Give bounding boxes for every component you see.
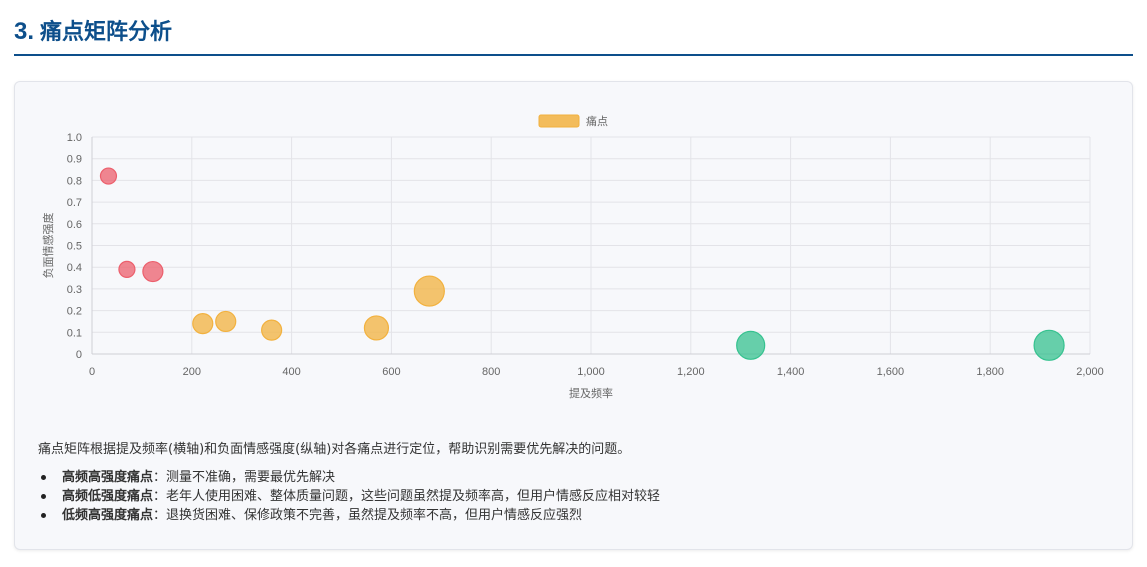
x-axis-label: 提及频率 <box>569 386 613 400</box>
y-tick-label: 0.9 <box>67 154 82 166</box>
y-tick-label: 0.4 <box>67 262 82 274</box>
bullet-icon <box>41 494 46 499</box>
x-tick-label: 1,400 <box>777 366 805 378</box>
pain-point-summary-list: 高频高强度痛点 ：测量不准确，需要最优先解决 高频低强度痛点 ：老年人使用困难、… <box>41 468 660 525</box>
x-tick-label: 1,800 <box>976 366 1004 378</box>
x-tick-label: 600 <box>382 366 400 378</box>
x-tick-label: 1,200 <box>677 366 705 378</box>
y-tick-label: 1.0 <box>67 132 82 144</box>
data-point <box>118 260 136 278</box>
item-text: ：老年人使用困难、整体质量问题，这些问题虽然提及频率高，但用户情感反应相对较轻 <box>153 489 661 504</box>
section-title: 3. 痛点矩阵分析 <box>14 14 172 46</box>
list-item: 高频低强度痛点 ：老年人使用困难、整体质量问题，这些问题虽然提及频率高，但用户情… <box>41 487 660 506</box>
bullet-icon <box>41 513 46 518</box>
data-point <box>363 315 390 341</box>
y-tick-label: 0.6 <box>67 219 82 231</box>
y-tick-label: 0.5 <box>67 241 82 253</box>
item-text: ：退换货困难、保修政策不完善，虽然提及频率不高，但用户情感反应强烈 <box>153 508 583 523</box>
data-point <box>261 319 283 341</box>
data-point <box>1033 329 1065 361</box>
x-tick-label: 1,000 <box>577 366 605 378</box>
chart-card: 0 200 400 600 800 1,000 1,200 1,400 1,600 1,800 2,… <box>14 81 1133 550</box>
x-tick-label: 400 <box>282 366 300 378</box>
x-tick-label: 0 <box>89 366 95 378</box>
data-point <box>99 167 118 185</box>
bullet-icon <box>41 475 46 480</box>
x-tick-label: 2,000 <box>1076 366 1104 378</box>
pain-point-matrix-chart: 0 200 400 600 800 1,000 1,200 1,400 1,600 1,800 2,… <box>41 114 1104 400</box>
data-point <box>192 313 214 335</box>
title-divider <box>14 54 1133 56</box>
item-label: 低频高强度痛点 <box>62 508 154 523</box>
legend-swatch <box>538 114 580 128</box>
x-tick-label: 1,600 <box>877 366 905 378</box>
legend-label: 痛点 <box>586 114 608 128</box>
data-point <box>736 330 766 360</box>
item-text: ：测量不准确，需要最优先解决 <box>153 470 336 485</box>
list-item: 高频高强度痛点 ：测量不准确，需要最优先解决 <box>41 468 660 487</box>
item-label: 高频低强度痛点 <box>62 489 154 504</box>
item-label: 高频高强度痛点 <box>62 470 154 485</box>
y-tick-label: 0.7 <box>67 197 82 209</box>
y-tick-label: 0.3 <box>67 284 82 296</box>
y-tick-label: 0.2 <box>67 306 82 318</box>
y-tick-label: 0.1 <box>67 327 82 339</box>
list-item: 低频高强度痛点 ：退换货困难、保修政策不完善，虽然提及频率不高，但用户情感反应强… <box>41 506 660 525</box>
section-number: 3. <box>14 18 35 45</box>
data-point <box>142 260 164 283</box>
y-tick-label: 0 <box>76 349 82 361</box>
section-title-text: 痛点矩阵分析 <box>40 20 173 45</box>
x-tick-label: 800 <box>482 366 500 378</box>
x-tick-label: 200 <box>183 366 201 378</box>
y-tick-label: 0.8 <box>67 175 82 187</box>
data-point <box>215 310 237 333</box>
y-axis-label: 负面情感强度 <box>41 213 55 279</box>
data-point <box>413 275 445 307</box>
chart-description: 痛点矩阵根据提及频率(横轴)和负面情感强度(纵轴)对各痛点进行定位，帮助识别需要… <box>38 442 631 457</box>
